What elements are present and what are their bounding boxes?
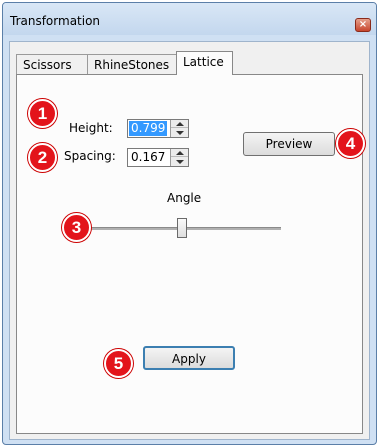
spin-down-arrow-icon[interactable] [171, 158, 188, 166]
angle-label: Angle [167, 191, 202, 205]
tab-rhinestones[interactable]: RhineStones [87, 54, 177, 74]
transformation-dialog: Transformation × Scissors RhineStones La… [2, 2, 377, 445]
tab-scissors[interactable]: Scissors [16, 54, 88, 74]
callout-badge-1: 1 [28, 99, 57, 128]
height-label: Height: [69, 121, 113, 135]
spin-up-arrow-icon[interactable] [171, 149, 188, 157]
spacing-input[interactable]: 0.167 [129, 150, 167, 165]
preview-button[interactable]: Preview [243, 132, 335, 156]
spacing-spinbox[interactable]: 0.167 [127, 148, 189, 167]
lattice-panel: Height: 0.799 Spacing: 0.167 Preview Ang… [16, 74, 363, 434]
close-icon[interactable]: × [355, 18, 371, 32]
height-spinbox[interactable]: 0.799 [127, 119, 189, 138]
window-title: Transformation [10, 14, 101, 28]
spacing-label: Spacing: [64, 149, 116, 163]
tab-lattice[interactable]: Lattice [176, 51, 233, 75]
spin-down-arrow-icon[interactable] [171, 129, 188, 137]
callout-badge-2: 2 [28, 143, 57, 172]
angle-slider-thumb[interactable] [177, 218, 187, 238]
height-input[interactable]: 0.799 [129, 121, 168, 136]
callout-badge-5: 5 [104, 349, 133, 378]
apply-button[interactable]: Apply [143, 346, 235, 370]
callout-badge-3: 3 [62, 213, 91, 242]
callout-badge-4: 4 [336, 129, 365, 158]
spacing-spin-arrows [170, 149, 188, 166]
height-spin-arrows [170, 120, 188, 137]
dialog-client-area: Scissors RhineStones Lattice Height: 0.7… [9, 41, 370, 440]
spin-up-arrow-icon[interactable] [171, 120, 188, 128]
title-bar: Transformation × [3, 3, 376, 35]
